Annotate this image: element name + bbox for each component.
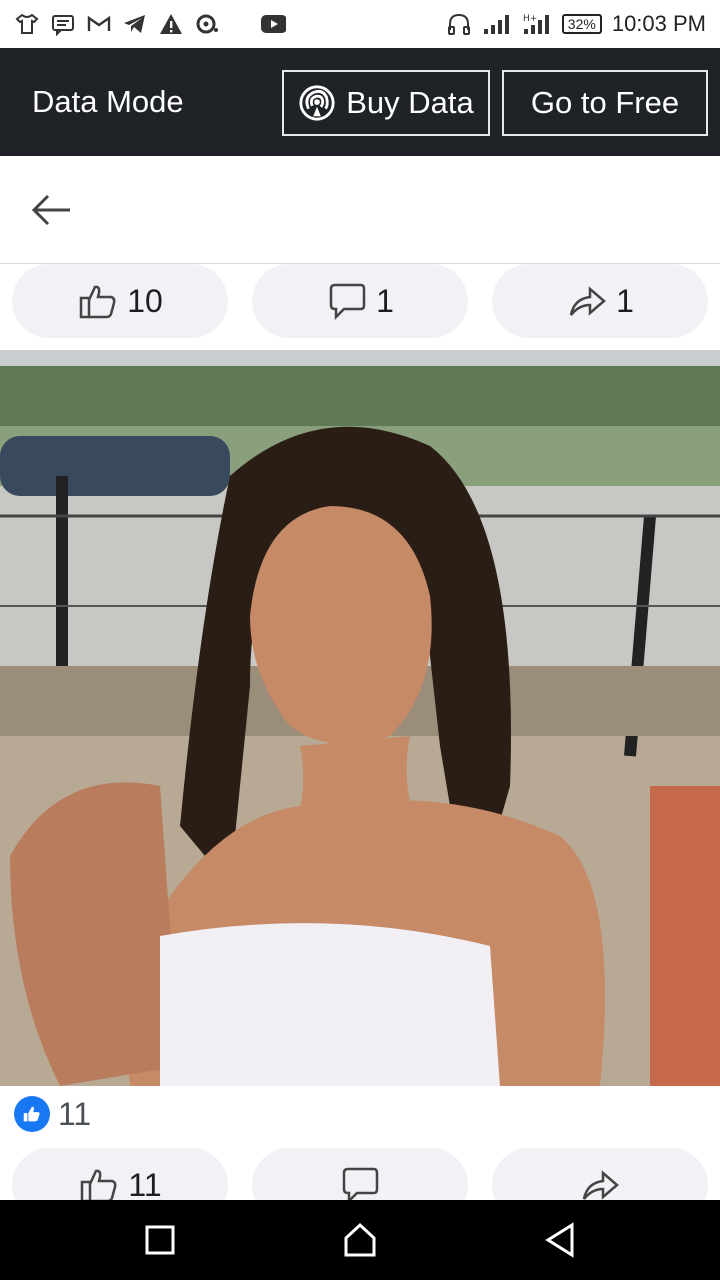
like-button[interactable]: 10 [12,264,228,338]
media-icon [196,14,218,34]
share-icon [582,1170,619,1200]
post-actions-2: 11 [0,1148,720,1200]
like-count: 10 [127,282,163,319]
buy-data-label: Buy Data [346,85,474,120]
message-icon [52,15,74,36]
comment-icon [329,283,366,321]
go-to-free-button[interactable]: Go to Free [502,70,708,136]
go-to-free-label: Go to Free [530,85,680,120]
buy-data-button[interactable]: Buy Data [282,70,490,136]
telegram-icon [124,15,145,33]
reaction-summary[interactable]: 11 [14,1094,91,1134]
back-nav-icon[interactable] [540,1220,580,1260]
post-actions: 10 1 1 [0,264,720,340]
comment-icon [342,1167,379,1200]
post-photo[interactable] [0,366,720,1086]
share-count: 1 [616,282,634,319]
shirt-icon [15,13,39,34]
like-reaction-icon [14,1096,50,1132]
headphones-icon [447,13,470,35]
youtube-icon [261,15,286,33]
thumbs-up-icon [79,285,116,319]
warning-icon [160,14,182,34]
share-icon [569,286,607,316]
arrow-left-icon[interactable] [28,190,74,230]
system-nav-bar [0,1200,720,1280]
system-indicators: H+ 32% 10:03 PM [446,11,706,37]
like-button[interactable]: 11 [12,1148,228,1200]
share-button[interactable]: 1 [492,264,708,338]
post-header [0,156,720,264]
signal-icon [483,15,509,34]
post-divider [0,350,720,366]
data-mode-title: Data Mode [32,84,184,119]
battery-indicator: 32% [561,14,602,34]
signal-ht-icon: H+ [523,14,549,34]
status-time: 10:03 PM [611,11,706,36]
thumbs-up-icon [81,1169,117,1200]
recents-icon[interactable] [140,1220,180,1260]
data-mode-bar: Data Mode Buy Data Go to Free [0,48,720,156]
comment-button[interactable]: 1 [252,264,468,338]
notification-icons [14,12,286,36]
post-photo-image [0,366,720,1086]
reaction-count: 11 [58,1095,92,1132]
home-icon[interactable] [340,1220,380,1260]
broadcast-icon [299,85,335,121]
status-bar: H+ 32% 10:03 PM [0,0,720,48]
share-button[interactable] [492,1148,708,1200]
comment-count: 1 [376,282,394,319]
like-count: 11 [128,1166,162,1201]
svg-text:H+: H+ [523,14,537,24]
gmail-icon [87,15,111,31]
comment-button[interactable] [252,1148,468,1200]
